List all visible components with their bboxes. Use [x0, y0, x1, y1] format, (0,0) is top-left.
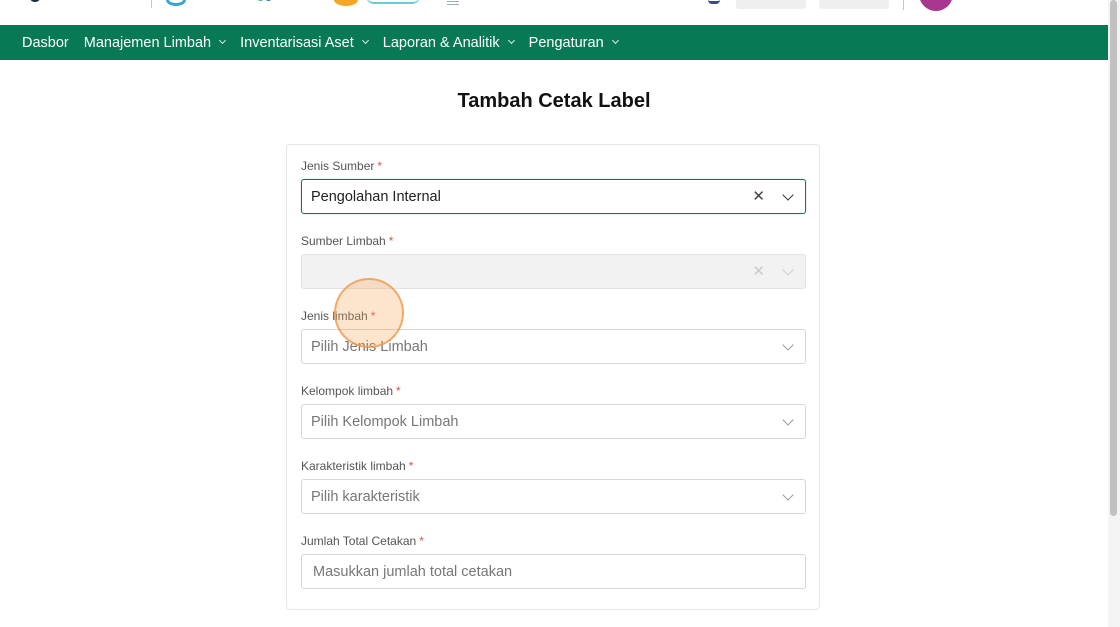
field-jumlah-total-cetakan: Jumlah Total Cetakan * Masukkan jumlah to… — [301, 533, 806, 589]
field-label: Karakteristik limbah * — [301, 458, 806, 474]
field-kelompok-limbah: Kelompok limbah * Pilih Kelompok Limbah — [301, 383, 806, 439]
nav-item-label: Manajemen Limbah — [83, 34, 212, 51]
field-karakteristik-limbah: Karakteristik limbah * Pilih karakteristi… — [301, 458, 806, 514]
karakteristik-limbah-select[interactable]: Pilih karakteristik — [301, 479, 806, 514]
user-avatar[interactable] — [919, 0, 953, 11]
select-placeholder: Pilih Kelompok Limbah — [311, 413, 459, 430]
clear-icon[interactable]: ✕ — [752, 188, 765, 205]
chevron-down-icon[interactable] — [782, 339, 794, 351]
required-marker: * — [370, 309, 376, 323]
scrollbar-thumb[interactable] — [1110, 0, 1117, 516]
field-label: Sumber Limbah * — [301, 233, 806, 249]
field-label: Kelompok limbah * — [301, 383, 806, 399]
jenis-limbah-select[interactable]: Pilih Jenis Limbah — [301, 329, 806, 364]
field-jenis-limbah: Jenis limbah * Pilih Jenis Limbah — [301, 308, 806, 364]
form-card: Jenis Sumber * Pengolahan Internal ✕ Sumb… — [286, 144, 820, 610]
jenis-sumber-select[interactable]: Pengolahan Internal ✕ — [301, 179, 806, 214]
header-button-1[interactable] — [736, 0, 806, 9]
nav-item-label: Inventarisasi Aset — [240, 34, 354, 51]
input-placeholder: Masukkan jumlah total cetakan — [313, 563, 513, 580]
required-marker: * — [408, 459, 414, 473]
nav-item-label: Laporan & Analitik — [382, 34, 500, 51]
chevron-down-icon — [361, 36, 369, 45]
label-text: Sumber Limbah — [301, 234, 386, 248]
sumber-limbah-select[interactable]: ✕ — [301, 254, 806, 289]
label-text: Kelompok limbah — [301, 384, 394, 398]
main-navbar: Dasbor Manajemen Limbah Inventarisasi As… — [0, 25, 1108, 60]
chevron-down-icon[interactable] — [782, 414, 794, 426]
partner-logo-4-icon — [366, 0, 420, 4]
select-placeholder: Pilih Jenis Limbah — [311, 338, 428, 355]
label-text: Jumlah Total Cetakan — [301, 534, 417, 548]
required-marker: * — [388, 234, 394, 248]
page-scrollbar[interactable] — [1108, 0, 1120, 627]
field-jenis-sumber: Jenis Sumber * Pengolahan Internal ✕ — [301, 158, 806, 214]
selected-value: Pengolahan Internal — [311, 188, 441, 205]
field-sumber-limbah: Sumber Limbah * ✕ — [301, 233, 806, 289]
top-header — [0, 0, 1108, 25]
app-logo-icon[interactable] — [30, 0, 40, 2]
select-placeholder: Pilih karakteristik — [311, 488, 420, 505]
chevron-down-icon — [782, 264, 794, 276]
nav-item-inventarisasi-aset[interactable]: Inventarisasi Aset — [240, 34, 369, 51]
menu-icon[interactable] — [447, 1, 459, 5]
partner-logo-2-icon — [257, 0, 273, 4]
nav-item-laporan-analitik[interactable]: Laporan & Analitik — [382, 34, 515, 51]
header-divider — [151, 0, 152, 8]
nav-item-label: Pengaturan — [528, 34, 604, 51]
header-button-2[interactable] — [819, 0, 889, 9]
nav-item-label: Dasbor — [22, 34, 69, 51]
nav-item-dasbor[interactable]: Dasbor — [22, 35, 69, 51]
nav-item-manajemen-limbah[interactable]: Manajemen Limbah — [83, 34, 227, 51]
notification-bell-icon[interactable] — [708, 0, 720, 4]
chevron-down-icon — [219, 36, 227, 45]
label-text: Karakteristik limbah — [301, 459, 406, 473]
chevron-down-icon[interactable] — [782, 189, 794, 201]
chevron-down-icon — [507, 36, 515, 45]
field-label: Jenis limbah * — [301, 308, 806, 324]
nav-item-pengaturan[interactable]: Pengaturan — [528, 34, 619, 51]
field-label: Jumlah Total Cetakan * — [301, 533, 806, 549]
label-text: Jenis limbah — [301, 309, 368, 323]
label-text: Jenis Sumber — [301, 159, 375, 173]
required-marker: * — [396, 384, 401, 398]
required-marker: * — [377, 159, 383, 173]
kelompok-limbah-select[interactable]: Pilih Kelompok Limbah — [301, 404, 806, 439]
field-label: Jenis Sumber * — [301, 158, 806, 174]
jumlah-total-cetakan-input[interactable]: Masukkan jumlah total cetakan — [301, 554, 806, 589]
chevron-down-icon[interactable] — [782, 489, 794, 501]
header-divider-right — [903, 0, 904, 10]
chevron-down-icon — [611, 36, 619, 45]
partner-logo-3-icon — [334, 0, 358, 6]
required-marker: * — [419, 534, 424, 548]
page-title: Tambah Cetak Label — [457, 90, 651, 112]
clear-icon: ✕ — [752, 263, 765, 280]
partner-logo-1-icon — [166, 0, 186, 6]
